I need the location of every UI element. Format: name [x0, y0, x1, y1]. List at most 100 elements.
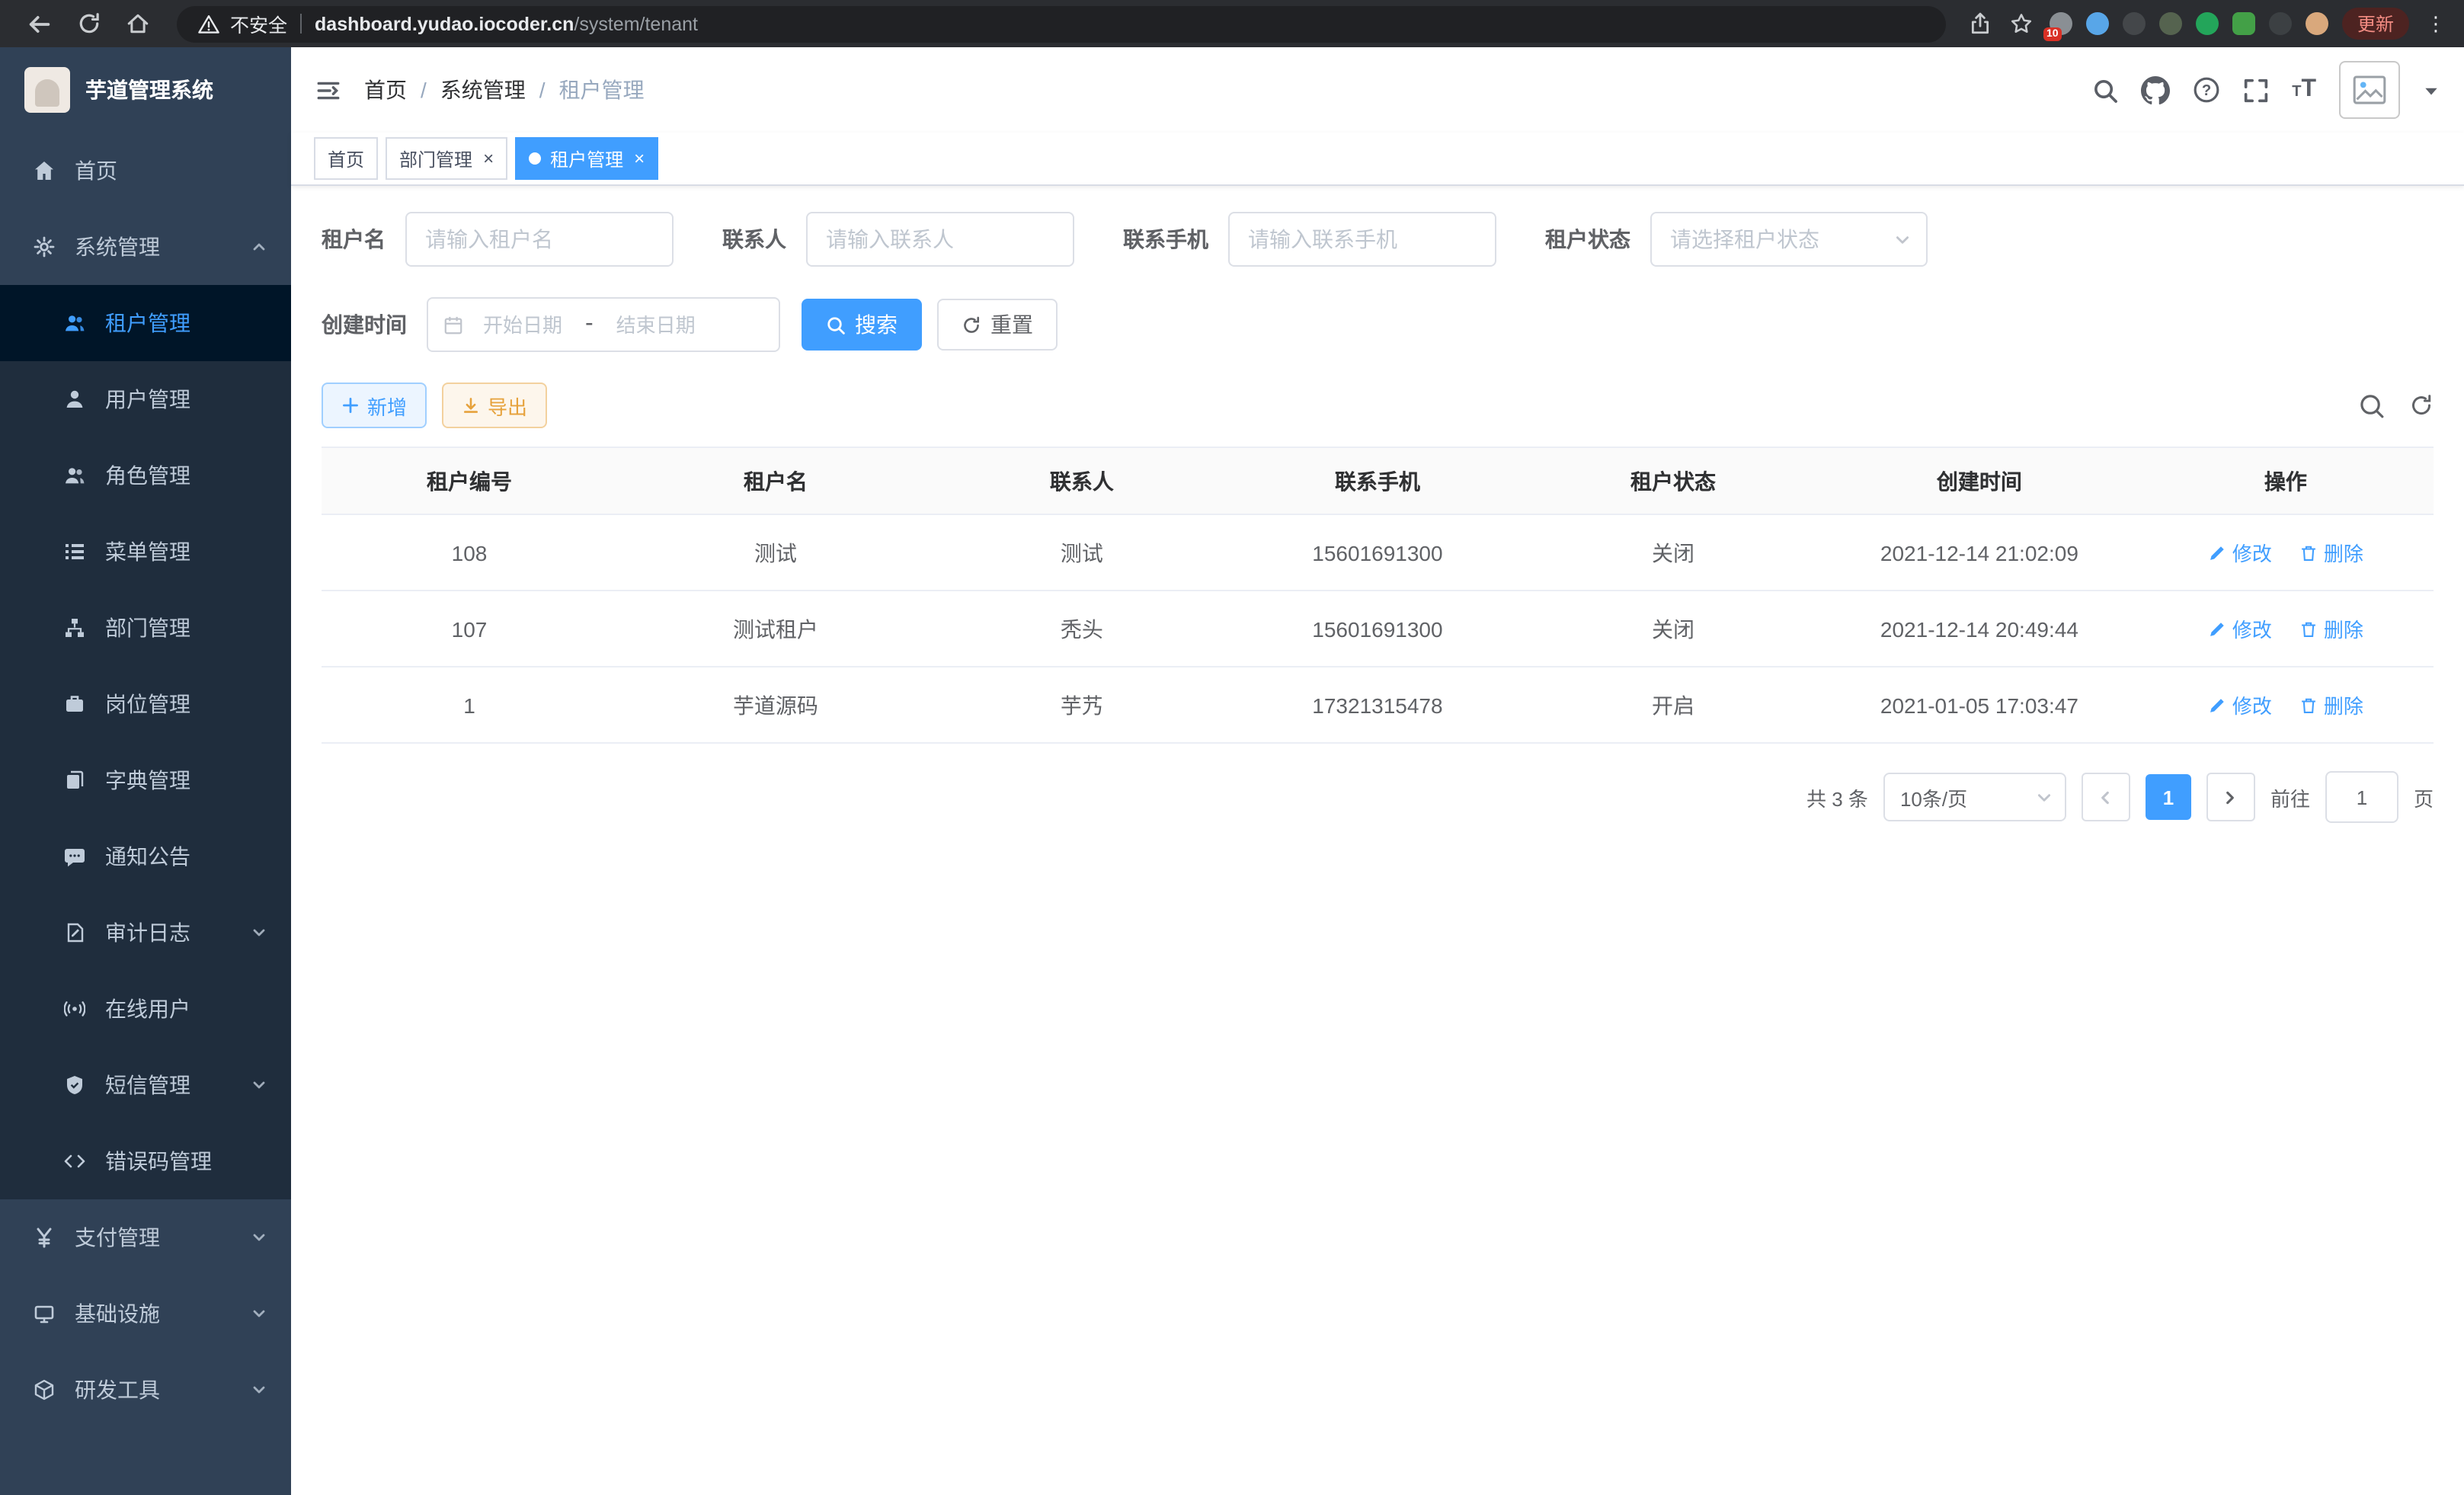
tenant-table: 租户编号 租户名 联系人 联系手机 租户状态 创建时间 操作 108 测试 — [322, 447, 2434, 744]
extension-icon[interactable] — [2196, 12, 2219, 35]
next-page-button[interactable] — [2206, 773, 2255, 821]
close-icon[interactable]: × — [634, 149, 645, 168]
sidebar-item-infra[interactable]: 基础设施 — [0, 1276, 291, 1352]
create-time-range-picker[interactable]: - — [427, 297, 780, 352]
roles-icon — [62, 464, 85, 487]
bookmark-star-icon[interactable] — [2008, 10, 2036, 37]
avatar-caret-icon[interactable] — [2423, 82, 2440, 98]
sidebar-item-notice[interactable]: 通知公告 — [0, 818, 291, 895]
phone-input[interactable] — [1228, 212, 1496, 267]
cell-status: 关闭 — [1525, 514, 1821, 591]
help-icon[interactable]: ? — [2193, 76, 2220, 104]
sidebar-item-dict[interactable]: 字典管理 — [0, 742, 291, 818]
avatar[interactable] — [2339, 61, 2400, 119]
sidebar-item-sms[interactable]: 短信管理 — [0, 1047, 291, 1123]
address-bar[interactable]: 不安全 dashboard.yudao.iocoder.cn/system/te… — [177, 5, 1946, 42]
cell-created: 2021-12-14 21:02:09 — [1821, 514, 2138, 591]
prev-page-button[interactable] — [2082, 773, 2130, 821]
page-number-1[interactable]: 1 — [2146, 774, 2191, 820]
sidebar-item-dept[interactable]: 部门管理 — [0, 590, 291, 666]
chevron-down-icon — [1894, 231, 1911, 248]
cell-name: 芋道源码 — [617, 667, 934, 743]
notice-icon — [62, 845, 85, 868]
browser-menu-icon[interactable]: ⋮ — [2426, 11, 2446, 36]
end-date-input[interactable] — [603, 312, 709, 338]
add-button[interactable]: 新增 — [322, 383, 427, 428]
search-button[interactable]: 搜索 — [802, 299, 922, 351]
table-row: 107 测试租户 秃头 15601691300 关闭 2021-12-14 20… — [322, 591, 2434, 667]
page-size-select[interactable]: 10条/页 — [1883, 773, 2066, 821]
sms-shield-icon — [62, 1074, 85, 1096]
edit-button[interactable]: 修改 — [2208, 690, 2272, 719]
home-icon[interactable] — [123, 10, 151, 37]
sidebar-item-devtools[interactable]: 研发工具 — [0, 1352, 291, 1428]
sidebar: 芋道管理系统 首页 系统管理 租户管理 用户管理 角色管理 — [0, 47, 291, 1495]
cell-name: 测试 — [617, 514, 934, 591]
sidebar-logo: 芋道管理系统 — [0, 47, 291, 133]
goto-suffix: 页 — [2414, 783, 2434, 812]
sidebar-item-post[interactable]: 岗位管理 — [0, 666, 291, 742]
sidebar-item-menu[interactable]: 菜单管理 — [0, 514, 291, 590]
font-size-icon[interactable]: TT — [2292, 76, 2316, 104]
extension-badge: 10 — [2043, 27, 2062, 41]
sidebar-item-role[interactable]: 角色管理 — [0, 437, 291, 514]
sidebar-item-audit-log[interactable]: 审计日志 — [0, 895, 291, 971]
contact-input[interactable] — [806, 212, 1074, 267]
sidebar-item-home[interactable]: 首页 — [0, 133, 291, 209]
search-icon[interactable] — [2092, 77, 2118, 103]
status-select[interactable]: 请选择租户状态 — [1650, 212, 1928, 267]
edit-button[interactable]: 修改 — [2208, 614, 2272, 643]
back-icon[interactable] — [26, 10, 53, 37]
close-icon[interactable]: × — [483, 149, 494, 168]
tab-dept[interactable]: 部门管理 × — [386, 137, 507, 180]
fullscreen-icon[interactable] — [2243, 77, 2269, 103]
plus-icon — [341, 396, 360, 415]
sidebar-item-user[interactable]: 用户管理 — [0, 361, 291, 437]
extension-icon[interactable] — [2306, 12, 2328, 35]
sidebar-item-label: 菜单管理 — [105, 536, 190, 567]
download-icon — [462, 396, 480, 415]
start-date-input[interactable] — [469, 312, 576, 338]
breadcrumb-item[interactable]: 首页 — [364, 75, 407, 105]
tab-home[interactable]: 首页 — [314, 137, 378, 180]
delete-button[interactable]: 删除 — [2299, 690, 2363, 719]
export-button[interactable]: 导出 — [442, 383, 547, 428]
sidebar-item-tenant[interactable]: 租户管理 — [0, 285, 291, 361]
browser-update-button[interactable]: 更新 — [2342, 8, 2409, 40]
extension-icon[interactable] — [2159, 12, 2182, 35]
sidebar-item-system[interactable]: 系统管理 — [0, 209, 291, 285]
share-icon[interactable] — [1967, 10, 1995, 37]
filter-label-status: 租户状态 — [1545, 224, 1630, 255]
table-refresh-icon[interactable] — [2409, 393, 2434, 418]
url-divider — [299, 14, 301, 34]
edit-label: 修改 — [2232, 614, 2272, 643]
table-search-toggle-icon[interactable] — [2359, 392, 2385, 418]
reset-button[interactable]: 重置 — [937, 299, 1058, 351]
extension-icon[interactable] — [2232, 12, 2255, 35]
extension-icon[interactable] — [2123, 12, 2146, 35]
github-icon[interactable] — [2141, 75, 2170, 104]
url-host: dashboard.yudao.iocoder.cn — [315, 13, 574, 34]
col-header-phone: 联系手机 — [1230, 447, 1525, 514]
breadcrumb: 首页 / 系统管理 / 租户管理 — [364, 75, 645, 105]
edit-button[interactable]: 修改 — [2208, 538, 2272, 567]
sidebar-toggle-icon[interactable] — [315, 77, 341, 103]
extension-icon[interactable]: 10 — [2050, 12, 2072, 35]
delete-button[interactable]: 删除 — [2299, 614, 2363, 643]
extension-icon[interactable] — [2086, 12, 2109, 35]
delete-button[interactable]: 删除 — [2299, 538, 2363, 567]
breadcrumb-item[interactable]: 系统管理 — [440, 75, 526, 105]
security-label[interactable]: 不安全 — [230, 9, 287, 38]
tenant-name-input[interactable] — [405, 212, 674, 267]
chevron-down-icon — [251, 1077, 267, 1093]
sidebar-item-error-code[interactable]: 错误码管理 — [0, 1123, 291, 1199]
sidebar-item-label: 首页 — [75, 155, 117, 186]
col-header-actions: 操作 — [2138, 447, 2434, 514]
sidebar-item-pay[interactable]: 支付管理 — [0, 1199, 291, 1276]
reload-icon[interactable] — [75, 10, 102, 37]
goto-page-input[interactable] — [2325, 771, 2398, 823]
tab-tenant[interactable]: 租户管理 × — [515, 137, 658, 180]
sidebar-item-online-user[interactable]: 在线用户 — [0, 971, 291, 1047]
security-warning-icon[interactable] — [195, 10, 222, 37]
extension-icon[interactable] — [2269, 12, 2292, 35]
